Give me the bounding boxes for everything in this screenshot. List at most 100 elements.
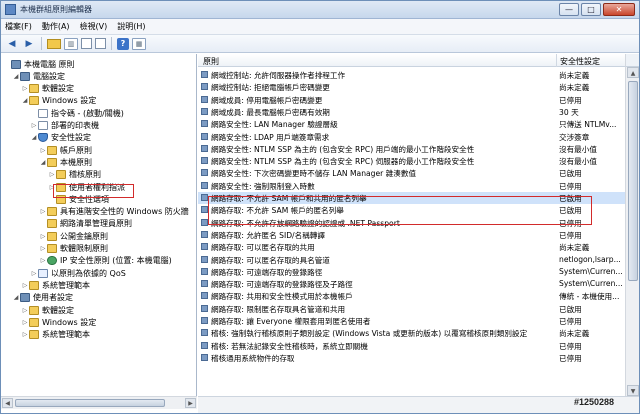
expand-arrow-icon[interactable]: ▷ [21, 85, 29, 92]
maximize-button[interactable]: □ [581, 3, 601, 16]
expand-arrow-icon[interactable]: ▷ [21, 282, 29, 289]
tree-item[interactable]: ▷ 帳戶原則 [39, 144, 92, 156]
tree-item[interactable]: ▷ IP 安全性原則 (位置: 本機電腦) [39, 255, 172, 267]
policy-row[interactable]: 網域成員: 停用電腦帳戶密碼變更 已停用 [198, 94, 625, 106]
column-divider[interactable] [556, 54, 557, 67]
column-setting[interactable]: 安全性設定 [560, 56, 600, 67]
expand-arrow-icon[interactable]: ▷ [30, 122, 38, 129]
forward-icon[interactable]: ▶ [22, 38, 36, 50]
tree-item[interactable]: ◢ 安全性設定 [30, 132, 91, 144]
policy-row[interactable]: 網路安全性: NTLM SSP 為主的 (包含安全 RPC) 伺服器的最小工作階… [198, 155, 625, 167]
scroll-thumb[interactable] [628, 81, 638, 281]
tree-item[interactable]: ◢ 使用者設定 [12, 292, 73, 304]
tree-item[interactable]: 指令碼 - (啟動/關機) [30, 107, 124, 119]
policy-row[interactable]: 網路安全性: LDAP 用戶端簽章需求 交涉簽章 [198, 131, 625, 143]
back-icon[interactable]: ◀ [5, 38, 19, 50]
vertical-scrollbar[interactable]: ▲ ▼ [625, 67, 639, 396]
policy-row[interactable]: 網路存取: 可遠端存取的登錄路徑及子路徑 System\Curren... [198, 278, 625, 290]
scroll-up-arrow-icon[interactable]: ▲ [627, 67, 639, 78]
tree-item[interactable]: ▷ 系統管理範本 [21, 329, 90, 341]
document-icon [38, 108, 48, 118]
minimize-button[interactable]: — [559, 3, 579, 16]
title-bar: 本機群組原則編輯器 — □ ✕ [1, 1, 639, 19]
properties-icon[interactable] [81, 38, 92, 49]
policy-name: 網路存取: 限制匿名存取具名管道和共用 [211, 304, 346, 314]
tree-item[interactable]: ▷ 稽核原則 [48, 169, 101, 181]
policy-row[interactable]: 稽核通用系統物件的存取 已停用 [198, 352, 625, 364]
tree-item[interactable]: 本機電腦 原則 [3, 58, 75, 70]
help-icon[interactable]: ? [117, 37, 129, 50]
close-button[interactable]: ✕ [603, 3, 635, 16]
hscroll-thumb[interactable] [15, 399, 165, 407]
expand-arrow-icon[interactable]: ◢ [30, 134, 38, 141]
tree-item[interactable]: ▷ 部署的印表機 [30, 120, 99, 132]
view-icon[interactable]: ▦ [132, 37, 146, 50]
column-policy[interactable]: 原則 [203, 56, 219, 67]
policy-name: 網路安全性: NTLM SSP 為主的 (包含安全 RPC) 用戶端的最小工作階… [211, 144, 475, 154]
tree-item[interactable]: ◢ 本機原則 [39, 156, 92, 168]
tree-item[interactable]: ▷ 系統管理範本 [21, 279, 90, 291]
menu-view[interactable]: 檢視(V) [80, 21, 108, 32]
expand-arrow-icon[interactable]: ▷ [21, 331, 29, 338]
expand-arrow-icon[interactable]: ▷ [21, 319, 29, 326]
expand-arrow-icon[interactable]: ▷ [21, 307, 29, 314]
column-header: 原則 安全性設定 [198, 54, 625, 67]
show-tree-icon[interactable]: ▥ [64, 37, 78, 50]
expand-arrow-icon[interactable]: ◢ [12, 294, 20, 301]
policy-icon [201, 218, 208, 226]
tree-item[interactable]: ▷ 軟體設定 [21, 83, 74, 95]
policy-list-pane: 原則 安全性設定 網域控制站: 允許伺服器操作者排程工作 尚未定義 網域控制站: 拒… [198, 54, 625, 396]
policy-row[interactable]: 網路存取: 可以匿名存取的具名管道 netlogon,lsarp... [198, 254, 625, 266]
expand-arrow-icon[interactable]: ◢ [21, 97, 29, 104]
policy-row[interactable]: 網路存取: 可以匿名存取的共用 尚未定義 [198, 241, 625, 253]
scroll-left-arrow-icon[interactable]: ◀ [2, 398, 13, 408]
policy-row[interactable]: 稽核: 強制執行稽核原則子類別設定 (Windows Vista 或更新的版本)… [198, 327, 625, 339]
policy-row[interactable]: 網路存取: 允許匿名 SID/名稱轉譯 已停用 [198, 229, 625, 241]
horizontal-scrollbar[interactable]: ◀ ▶ [1, 396, 197, 409]
policy-row[interactable]: 網路安全性: NTLM SSP 為主的 (包含安全 RPC) 用戶端的最小工作階… [198, 143, 625, 155]
tree-item[interactable]: ▷ 以原則為依據的 QoS [30, 267, 126, 279]
expand-arrow-icon[interactable]: ▷ [39, 245, 47, 252]
expand-arrow-icon[interactable]: ▷ [39, 257, 47, 264]
policy-row[interactable]: 網域控制站: 允許伺服器操作者排程工作 尚未定義 [198, 69, 625, 81]
folder-icon [47, 219, 57, 229]
expand-arrow-icon[interactable]: ▷ [48, 171, 56, 178]
expand-arrow-icon[interactable]: ◢ [39, 159, 47, 166]
tree-item[interactable]: ▷ 公開金鑰原則 [39, 230, 108, 242]
expand-arrow-icon[interactable]: ▷ [39, 208, 47, 215]
menu-action[interactable]: 動作(A) [42, 21, 70, 32]
tree-item[interactable]: ▷ 軟體設定 [21, 304, 74, 316]
policy-row[interactable]: 網路存取: 共用和安全性模式用於本機帳戶 傳統 - 本機使用... [198, 290, 625, 302]
scroll-down-arrow-icon[interactable]: ▼ [627, 385, 639, 396]
policy-name: 網路安全性: 強制限制登入時數 [211, 181, 315, 191]
policy-setting: System\Curren... [559, 279, 623, 289]
policy-row[interactable]: 稽核: 若無法記錄安全性稽核時，系統立即關機 已停用 [198, 340, 625, 352]
policy-icon [201, 120, 208, 128]
scroll-right-arrow-icon[interactable]: ▶ [185, 398, 196, 408]
tree-item[interactable]: ◢ 電腦設定 [12, 70, 65, 82]
tree-item[interactable]: ▷ 軟體限制原則 [39, 243, 108, 255]
policy-icon [201, 181, 208, 189]
policy-row[interactable]: 網路存取: 可遠端存取的登錄路徑 System\Curren... [198, 266, 625, 278]
policy-row[interactable]: 網域控制站: 拒絕電腦帳戶密碼變更 尚未定義 [198, 81, 625, 93]
policy-row[interactable]: 網路存取: 限制匿名存取具名管道和共用 已啟用 [198, 303, 625, 315]
tree-item[interactable]: 網路清單管理員原則 [39, 218, 132, 230]
menu-help[interactable]: 說明(H) [117, 21, 145, 32]
up-folder-icon[interactable] [47, 38, 61, 49]
expand-arrow-icon[interactable]: ▷ [30, 270, 38, 277]
tree-item-label: 使用者設定 [33, 293, 73, 303]
menu-file[interactable]: 檔案(F) [5, 21, 32, 32]
policy-row[interactable]: 網路安全性: 強制限制登入時數 已停用 [198, 180, 625, 192]
policy-row[interactable]: 網域成員: 最長電腦帳戶密碼有效期 30 天 [198, 106, 625, 118]
policy-row[interactable]: 網路安全性: 下次密碼變更時不儲存 LAN Manager 雜湊數值 已啟用 [198, 167, 625, 179]
expand-arrow-icon[interactable]: ◢ [12, 73, 20, 80]
export-icon[interactable] [95, 38, 106, 49]
tree-item[interactable]: ◢ Windows 設定 [21, 95, 96, 107]
tree-item[interactable]: ▷ Windows 設定 [21, 316, 96, 328]
app-icon [5, 4, 16, 15]
expand-arrow-icon[interactable]: ▷ [39, 147, 47, 154]
policy-row[interactable]: 網路安全性: LAN Manager 驗證層級 只傳送 NTLMv... [198, 118, 625, 130]
expand-arrow-icon[interactable]: ▷ [39, 233, 47, 240]
tree-item[interactable]: ▷ 具有進階安全性的 Windows 防火牆 [39, 206, 189, 218]
policy-row[interactable]: 網路存取: 讓 Everyone 權限套用到匿名使用者 已停用 [198, 315, 625, 327]
